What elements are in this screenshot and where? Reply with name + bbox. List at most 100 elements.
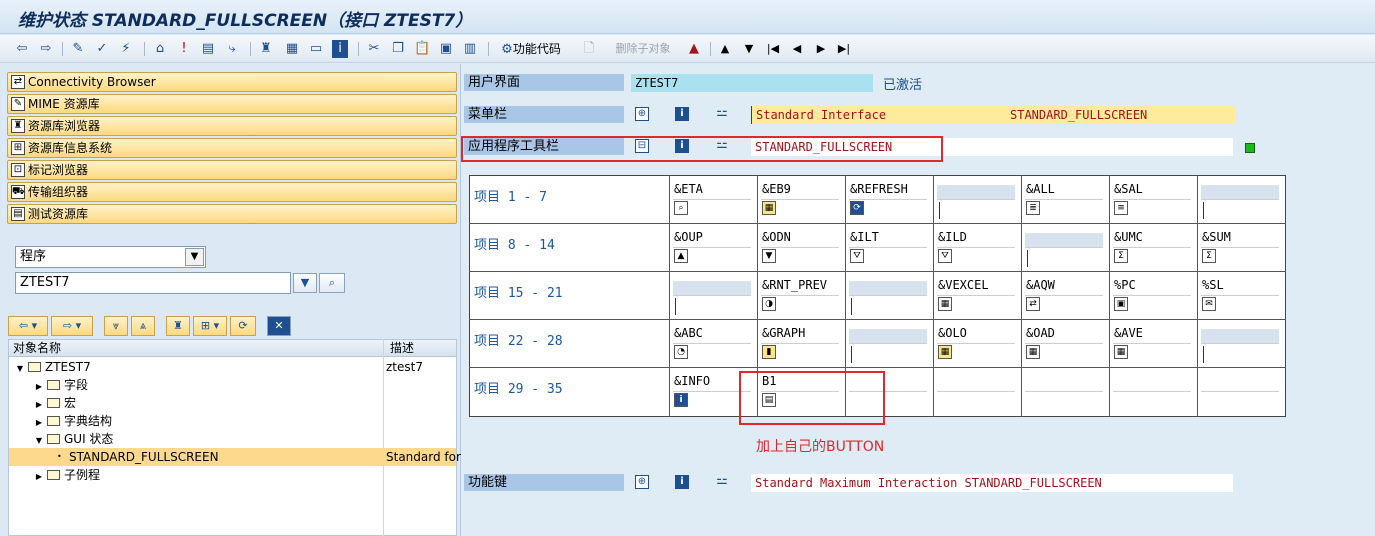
graph-icon: ▮ [762, 345, 776, 359]
collapse-up-icon[interactable]: ⩓ [131, 316, 155, 336]
grid-cell[interactable]: &ABC ◔ [670, 320, 754, 364]
menubar-field[interactable]: Standard Interface STANDARD_FULLSCREEN [751, 106, 1236, 124]
hierarchy-tree-icon[interactable]: ♜ [166, 316, 190, 336]
back-nav-icon[interactable]: ⇦ ▾ [8, 316, 48, 336]
info-icon: i [674, 393, 688, 407]
object-name-input[interactable]: ZTEST7 [15, 272, 291, 294]
grid-cell[interactable]: &REFRESH ⟳ [846, 176, 930, 220]
expand-down-icon[interactable]: ⩔ [104, 316, 128, 336]
insert-icon[interactable]: ▣ [438, 40, 454, 58]
grid-cell-empty[interactable] [1022, 224, 1106, 268]
refresh-icon: ⟳ [850, 201, 864, 215]
cut-icon[interactable]: ✂ [366, 40, 382, 58]
grid-cell-empty[interactable] [1198, 320, 1282, 364]
tree-row-standard-fullscreen[interactable]: • STANDARD_FULLSCREEN Standard for [9, 448, 461, 466]
move-icon[interactable]: ▥ [462, 40, 478, 58]
nav-repository-browser[interactable]: ♜ 资源库浏览器 [7, 116, 457, 136]
activate-icon[interactable]: ⚡ [118, 40, 134, 58]
grid-cell[interactable]: &ODN ▼ [758, 224, 842, 268]
grid-cell[interactable]: &OAD ▦ [1022, 320, 1106, 364]
navigate-icon[interactable]: ⤷ [224, 40, 240, 58]
grid-cell[interactable]: &OUP ▲ [670, 224, 754, 268]
paste-icon[interactable]: 📋 [414, 40, 430, 58]
hierarchy-icon[interactable]: ♜ [258, 40, 274, 58]
toolbar-separator [62, 42, 63, 56]
grid-cell[interactable]: &EB9 ▦ [758, 176, 842, 220]
tree-row-gui-status[interactable]: ▼ GUI 状态 [9, 430, 456, 448]
object-type-select[interactable]: 程序 [15, 246, 206, 268]
grid-cell[interactable]: &ALL ≣ [1022, 176, 1106, 220]
display-glasses-icon[interactable]: ⌕ [319, 273, 345, 293]
move-down-icon[interactable]: ▼ [742, 40, 756, 58]
grid-cell-empty[interactable] [846, 272, 930, 316]
chevron-down-icon[interactable]: ▼ [185, 248, 204, 266]
trash-icon[interactable]: ▲ [686, 40, 702, 58]
forward-nav-icon[interactable]: ⇨ ▾ [51, 316, 93, 336]
nav-transport-organizer[interactable]: ⛟ 传输组织器 [7, 182, 457, 202]
expand-icon[interactable]: ⊕ [635, 107, 649, 121]
grid-cell-empty[interactable] [934, 368, 1018, 412]
print-icon[interactable]: ▦ [284, 40, 300, 58]
tree-row-fields[interactable]: ▶ 字段 [9, 376, 456, 394]
grid-cell[interactable]: &VEXCEL ▦ [934, 272, 1018, 316]
forward-arrow-icon[interactable]: ⇨ [38, 40, 54, 58]
nav-repository-info-system[interactable]: ⊞ 资源库信息系统 [7, 138, 457, 158]
move-up-icon[interactable]: ▲ [718, 40, 732, 58]
grid-cell-empty[interactable] [670, 272, 754, 316]
grid-cell[interactable]: &AQW ⇄ [1022, 272, 1106, 316]
hierarchy-icon[interactable]: ⚍ [715, 106, 729, 121]
refresh-icon[interactable]: ⟳ [230, 316, 256, 336]
function-code-button[interactable]: ⚙功能代码 [496, 40, 566, 58]
expand-icon[interactable]: ⊕ [635, 475, 649, 489]
grid-cell[interactable]: &RNT_PREV ◑ [758, 272, 842, 316]
tree-row-macros[interactable]: ▶ 宏 [9, 394, 456, 412]
user-interface-field: ZTEST7 [631, 74, 873, 92]
tree-row-subroutines[interactable]: ▶ 子例程 [9, 466, 456, 484]
grid-cell[interactable]: &SUM Σ [1198, 224, 1282, 268]
info-exclaim-icon[interactable]: ! [178, 40, 190, 58]
hierarchy-icon[interactable]: ⚍ [715, 474, 729, 489]
grid-cell[interactable]: %PC ▣ [1110, 272, 1194, 316]
grid-cell-empty[interactable] [1022, 368, 1106, 412]
grid-cell-empty[interactable] [1110, 368, 1194, 412]
nav-tag-browser[interactable]: ⊡ 标记浏览器 [7, 160, 457, 180]
function-keys-field[interactable]: Standard Maximum Interaction STANDARD_FU… [751, 474, 1233, 492]
where-used-icon[interactable]: ⌂ [152, 40, 168, 58]
settings-select-icon[interactable]: ⊞ ▾ [193, 316, 227, 336]
grid-cell-empty[interactable] [846, 320, 930, 364]
nav-connectivity-browser[interactable]: ⇄ Connectivity Browser [7, 72, 457, 92]
nav-test-repository[interactable]: ▤ 测试资源库 [7, 204, 457, 224]
last-page-icon[interactable]: ▶| [836, 40, 852, 58]
back-arrow-icon[interactable]: ⇦ [14, 40, 30, 58]
info-icon[interactable]: i [675, 475, 689, 489]
grid-cell-empty[interactable] [934, 176, 1018, 220]
collapsed-arrow-icon[interactable]: ▶ [34, 468, 44, 486]
tree-row-program[interactable]: ▼ ZTEST7 ztest7 [9, 358, 456, 376]
first-page-icon[interactable]: |◀ [766, 40, 780, 58]
grid-cell[interactable]: &AVE ▦ [1110, 320, 1194, 364]
grid-cell[interactable]: &ILT ⛛ [846, 224, 930, 268]
grid-cell-empty[interactable] [1198, 176, 1282, 220]
info-icon[interactable]: i [675, 107, 689, 121]
grid-cell[interactable]: &UMC Σ [1110, 224, 1194, 268]
grid-cell[interactable]: &OLO ▦ [934, 320, 1018, 364]
grid-cell[interactable]: &ETA ⌕ [670, 176, 754, 220]
grid-cell[interactable]: &SAL ≡ [1110, 176, 1194, 220]
copy-icon[interactable]: ❐ [390, 40, 406, 58]
layout-icon[interactable]: ▭ [308, 40, 324, 58]
grid-cell[interactable]: %SL ✉ [1198, 272, 1282, 316]
grid-cell[interactable]: &ILD ⛛ [934, 224, 1018, 268]
dropdown-arrow-icon[interactable]: ▼ [293, 273, 317, 293]
check-icon[interactable]: ✓ [94, 40, 110, 58]
grid-cell-empty[interactable] [1198, 368, 1282, 412]
nav-mime-repository[interactable]: ✎ MIME 资源库 [7, 94, 457, 114]
next-page-icon[interactable]: ▶ [814, 40, 828, 58]
sort-down-icon: ▼ [762, 249, 776, 263]
grid-cell[interactable]: &GRAPH ▮ [758, 320, 842, 364]
display-object-icon[interactable]: ▤ [200, 40, 216, 58]
info-icon[interactable]: i [332, 40, 348, 58]
prev-page-icon[interactable]: ◀ [790, 40, 804, 58]
toggle-change-icon[interactable]: ✎ [70, 40, 86, 58]
close-panel-icon[interactable]: ✕ [267, 316, 291, 336]
tree-row-dict-structures[interactable]: ▶ 字典结构 [9, 412, 456, 430]
